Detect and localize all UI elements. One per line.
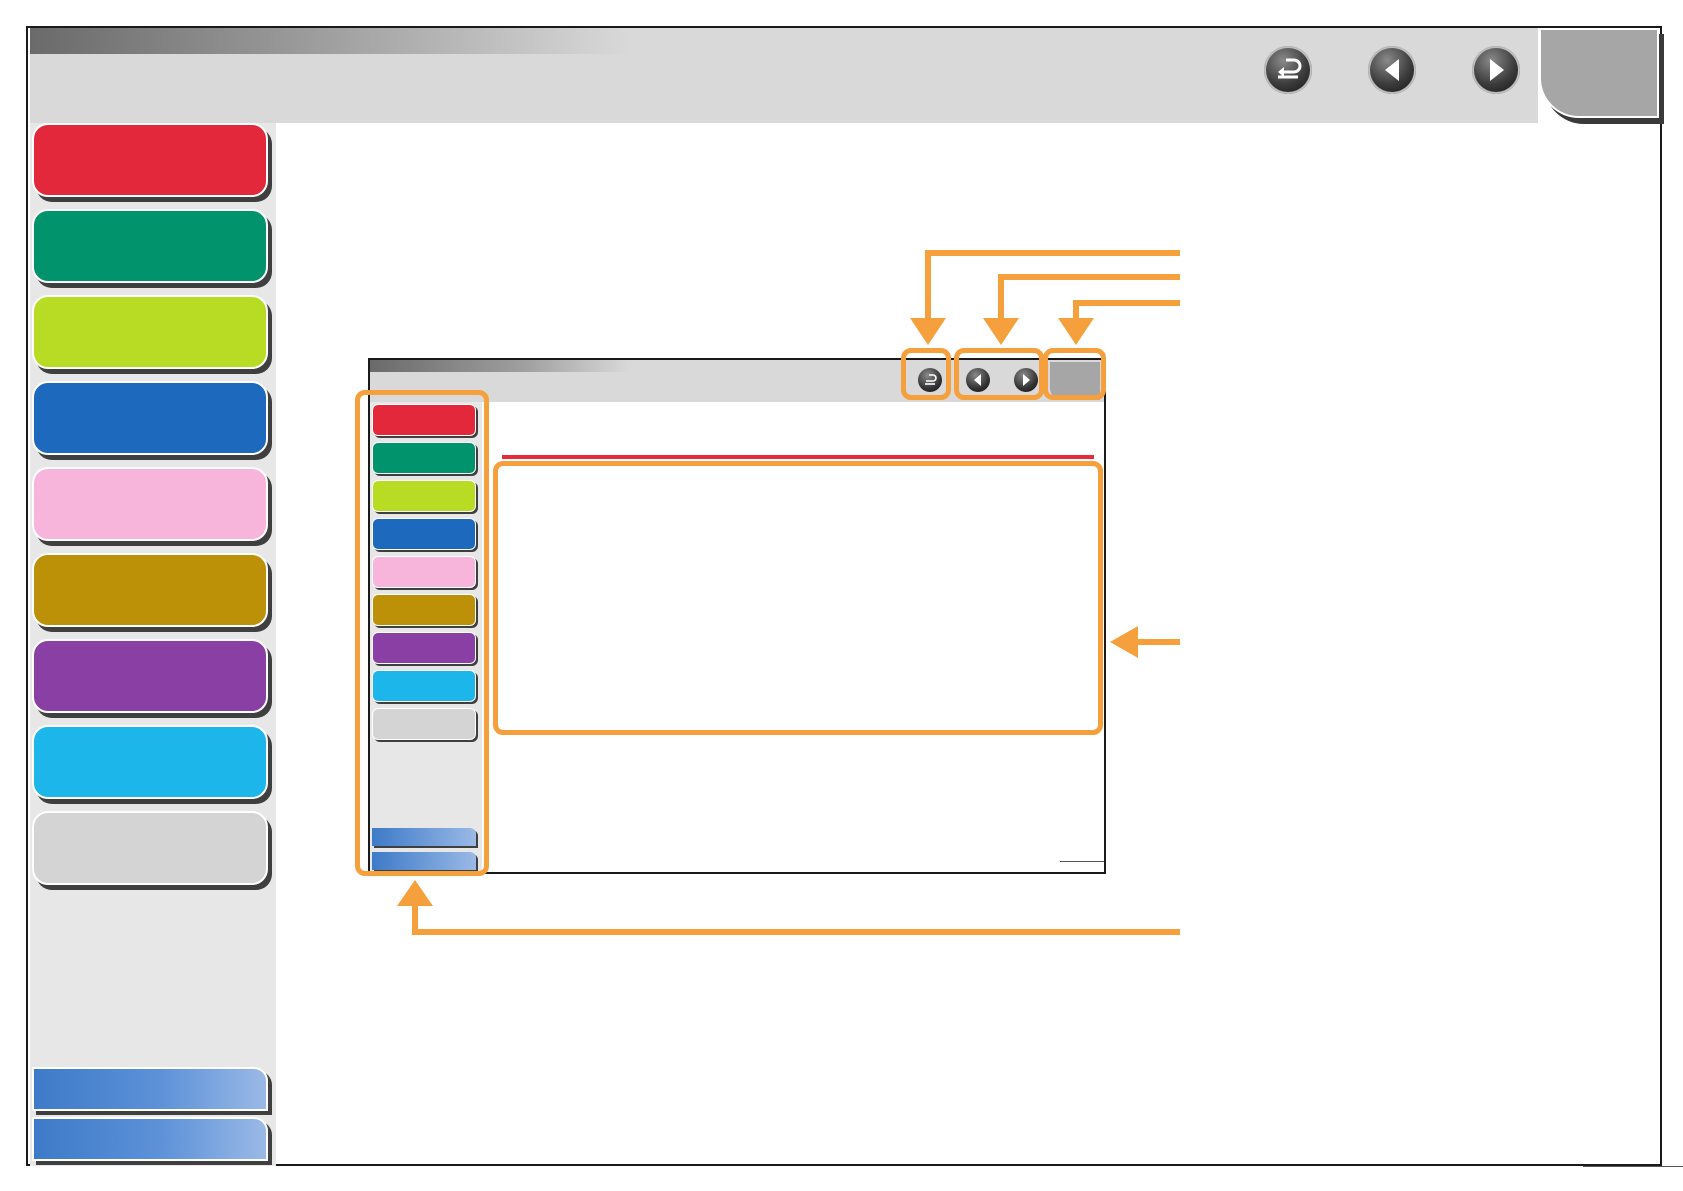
callout-arrows [397, 250, 1180, 935]
